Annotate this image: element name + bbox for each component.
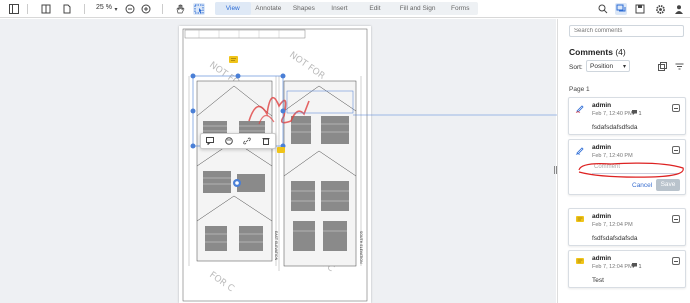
top-toolbar: 25 % ▾ View Annotate Shapes Insert Edit …	[0, 0, 690, 18]
pan-hand-icon[interactable]	[174, 3, 186, 15]
svg-text:EAST ELEVATION: EAST ELEVATION	[274, 231, 278, 261]
collapse-icon[interactable]	[672, 104, 680, 112]
tab-view[interactable]: View	[215, 2, 251, 15]
comments-title-label: Comments	[569, 47, 613, 57]
comments-count: (4)	[615, 47, 626, 57]
tab-shapes[interactable]: Shapes	[286, 2, 322, 15]
style-palette-icon[interactable]	[224, 136, 234, 146]
svg-text:FOR C: FOR C	[207, 270, 235, 294]
document-icon[interactable]	[61, 3, 73, 15]
delete-icon[interactable]	[261, 136, 271, 146]
comment-text: Test	[592, 277, 604, 284]
comment-author: admin	[592, 144, 612, 151]
page-layout-icon[interactable]	[40, 3, 52, 15]
comment-text: fsdafsdafsdfsda	[592, 124, 638, 131]
comment-author: admin	[592, 102, 612, 109]
reply-icon	[632, 263, 637, 268]
chevron-down-icon[interactable]: ▾	[110, 3, 122, 15]
zoom-out-icon[interactable]	[124, 3, 136, 15]
comments-panel-icon[interactable]	[615, 3, 627, 15]
svg-text:SOUTH ELEVATION: SOUTH ELEVATION	[359, 231, 363, 264]
comment-date: Feb 7, 12:04 PM	[592, 264, 633, 270]
select-tool-icon[interactable]	[193, 3, 205, 15]
collapse-icon[interactable]	[672, 257, 680, 265]
tab-insert[interactable]: Insert	[322, 2, 358, 15]
tab-edit[interactable]: Edit	[357, 2, 393, 15]
annotation-connector	[353, 114, 558, 116]
freehand-icon	[575, 145, 585, 155]
filter-icon[interactable]	[674, 61, 684, 71]
save-button[interactable]: Save	[656, 179, 680, 191]
reply-count-value: 1	[638, 264, 642, 270]
gear-icon[interactable]	[654, 3, 666, 15]
comment-icon[interactable]	[205, 136, 215, 146]
search-comments-input[interactable]	[569, 25, 684, 37]
reply-count: 1	[632, 110, 642, 117]
comment-author: admin	[592, 213, 612, 220]
comment-card[interactable]: admin Feb 7, 12:04 PM fsdfsdafsdafsda	[568, 208, 686, 246]
copy-comments-icon[interactable]	[657, 61, 667, 71]
document-page[interactable]: NOT FOR NOT FOR FOR C FOR C	[179, 26, 371, 303]
comment-card[interactable]: admin Feb 7, 12:40 PM 1 fsdafsdafsdfsda	[568, 97, 686, 135]
svg-text:NOT FOR: NOT FOR	[287, 50, 326, 82]
zoom-in-icon[interactable]	[140, 3, 152, 15]
user-avatar-icon[interactable]	[673, 3, 685, 15]
divider	[84, 4, 85, 14]
ribbon-tabs: View Annotate Shapes Insert Edit Fill an…	[215, 2, 478, 15]
tab-forms[interactable]: Forms	[442, 2, 478, 15]
architectural-drawing: NOT FOR NOT FOR FOR C FOR C	[182, 28, 368, 302]
comments-title: Comments (4)	[569, 47, 626, 57]
divider	[162, 4, 163, 14]
document-canvas[interactable]: NOT FOR NOT FOR FOR C FOR C	[0, 19, 558, 303]
reply-icon	[632, 110, 637, 115]
comment-date: Feb 7, 12:04 PM	[592, 222, 633, 228]
reply-count-value: 1	[638, 111, 642, 117]
chevron-down-icon: ▾	[622, 64, 626, 70]
note-icon	[575, 214, 585, 224]
save-icon[interactable]	[634, 3, 646, 15]
tab-annotate[interactable]: Annotate	[251, 2, 287, 15]
tab-fill-and-sign[interactable]: Fill and Sign	[393, 2, 443, 15]
comment-author: admin	[592, 255, 612, 262]
note-icon	[575, 256, 585, 266]
sort-label: Sort:	[569, 64, 583, 71]
freehand-icon	[575, 103, 585, 113]
annotation-floating-toolbar	[200, 133, 276, 149]
page-group-label: Page 1	[569, 86, 590, 93]
reply-count: 1	[632, 263, 642, 270]
comment-text: fsdfsdafsdafsda	[592, 235, 638, 242]
divider	[27, 4, 28, 14]
cancel-button[interactable]: Cancel	[632, 182, 652, 189]
search-icon[interactable]	[597, 3, 609, 15]
sort-value: Position	[590, 63, 614, 70]
panel-toggle-icon[interactable]	[8, 3, 20, 15]
red-ink-annotation	[578, 162, 684, 178]
sort-dropdown[interactable]: Position ▾	[586, 60, 630, 72]
collapse-icon[interactable]	[672, 215, 680, 223]
comments-panel: Comments (4) Sort: Position ▾ Page 1 adm…	[557, 19, 690, 303]
comment-card-editing[interactable]: admin Feb 7, 12:40 PM Comment Cancel Sav…	[568, 139, 686, 195]
link-icon[interactable]	[242, 136, 252, 146]
comment-date: Feb 7, 12:40 PM	[592, 111, 633, 117]
collapse-icon[interactable]	[672, 146, 680, 154]
comment-card[interactable]: admin Feb 7, 12:04 PM 1 Test	[568, 250, 686, 288]
